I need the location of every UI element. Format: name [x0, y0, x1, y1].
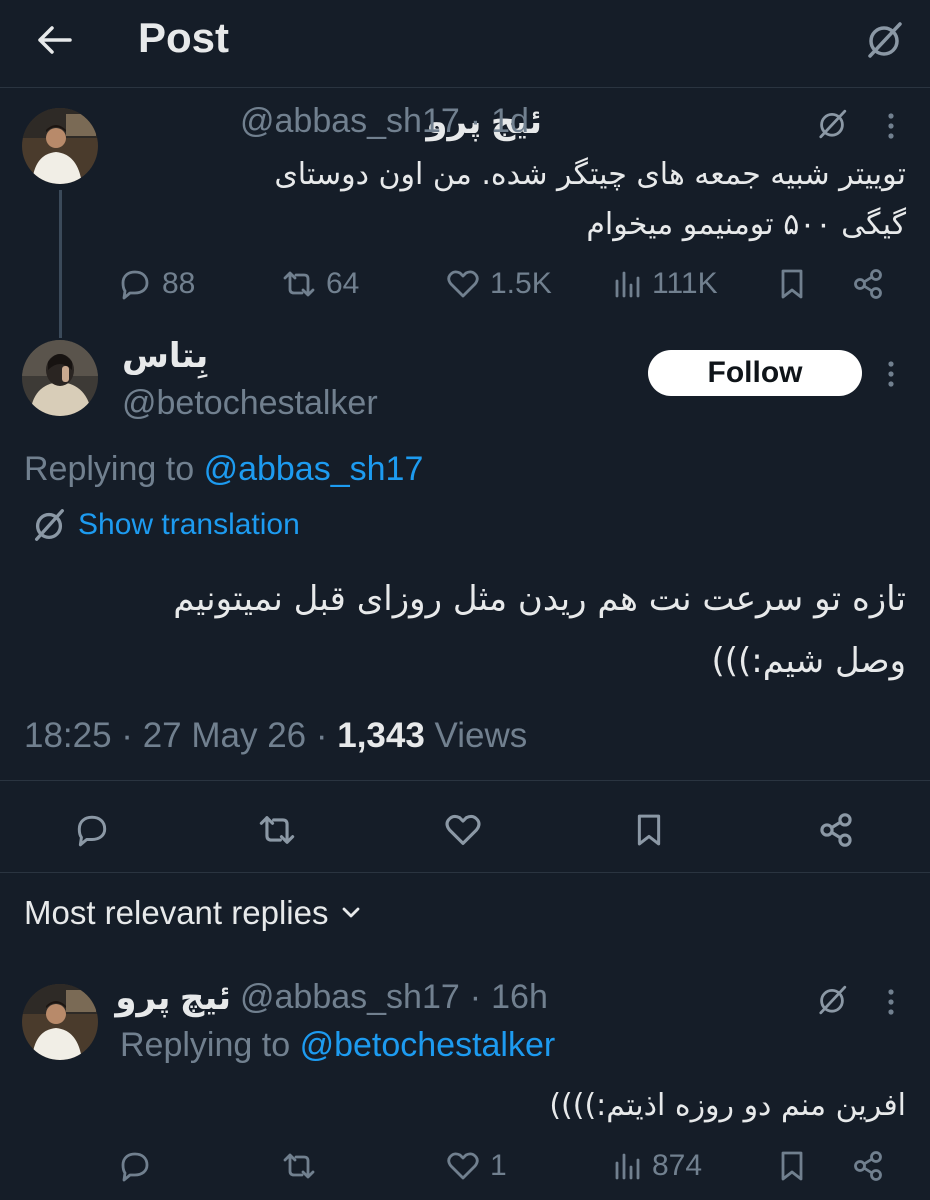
reply-icon: [121, 270, 149, 300]
action-row: [0, 808, 930, 852]
time[interactable]: 1d: [491, 102, 529, 141]
tweet-text-line: گیگی ۵۰۰ تومنیمو میخوام: [586, 207, 906, 242]
more-icon[interactable]: [876, 106, 906, 146]
handle[interactable]: @betochestalker: [122, 384, 378, 423]
follow-button[interactable]: Follow: [648, 350, 862, 396]
like-count: 1: [490, 1149, 507, 1182]
reply-icon[interactable]: [74, 808, 110, 852]
divider: [0, 872, 930, 873]
bookmark-icon[interactable]: [778, 1144, 806, 1188]
replying-to: Replying to @betochestalker: [120, 1026, 555, 1065]
handle[interactable]: @abbas_sh17: [240, 102, 460, 141]
share-icon[interactable]: [818, 808, 854, 852]
divider: [0, 780, 930, 781]
chevron-down-icon: [343, 907, 360, 918]
show-translation-label: Show translation: [78, 508, 300, 541]
avatar[interactable]: [22, 340, 98, 416]
separator: ·: [469, 978, 482, 1016]
author-handle-line: @betochestalker: [122, 384, 378, 423]
views-button[interactable]: 874: [612, 1144, 702, 1188]
tweet-text-line: وصل شیم:))): [711, 641, 906, 681]
timestamp[interactable]: 18:25 · 27 May 26 ·: [24, 716, 337, 755]
tweet-text: افرین منم دو روزه اذیتم:)))): [549, 1088, 906, 1123]
parent-meta: @abbas_sh17 · 1d: [240, 102, 529, 141]
like-icon: [447, 270, 479, 298]
bookmark-icon[interactable]: [634, 808, 664, 852]
time[interactable]: 16h: [491, 978, 548, 1017]
reply-meta: @abbas_sh17 · 16h: [240, 978, 548, 1017]
views-count: 1,343: [337, 716, 425, 755]
replies-sort-button[interactable]: Most relevant replies: [24, 894, 360, 932]
tweet-text-line: توییتر شبیه جمعه های چیتگر شده. من اون د…: [274, 157, 906, 192]
avatar[interactable]: [22, 984, 98, 1060]
tweet-text: تازه تو سرعت نت هم ریدن مثل روزای قبل نم…: [26, 568, 906, 692]
author-header: بِتاس: [122, 336, 208, 376]
repost-icon: [283, 271, 315, 297]
reply-button[interactable]: 88: [118, 262, 195, 306]
like-button[interactable]: 1.5K: [446, 262, 552, 306]
avatar[interactable]: [22, 108, 98, 184]
repost-icon[interactable]: [258, 808, 296, 852]
reply-header: ئیچ پرو: [115, 978, 231, 1018]
handle[interactable]: @abbas_sh17: [240, 978, 460, 1017]
display-name[interactable]: بِتاس: [122, 336, 208, 376]
replying-to-link[interactable]: @abbas_sh17: [204, 450, 424, 488]
back-arrow-icon[interactable]: [32, 18, 76, 62]
views-icon: [615, 271, 640, 298]
share-icon[interactable]: [852, 1144, 884, 1188]
like-icon[interactable]: [444, 808, 482, 852]
page-title: Post: [138, 14, 230, 61]
tweet-text: توییتر شبیه جمعه های چیتگر شده. من اون د…: [146, 150, 906, 250]
share-icon[interactable]: [852, 262, 884, 306]
views-count: 111K: [652, 267, 718, 300]
tweet-text-line: تازه تو سرعت نت هم ریدن مثل روزای قبل نم…: [173, 579, 906, 619]
replying-to-link[interactable]: @betochestalker: [300, 1026, 556, 1064]
bookmark-icon[interactable]: [778, 262, 806, 306]
views-count: 874: [652, 1149, 703, 1182]
top-bar: Post: [0, 0, 930, 88]
like-icon: [447, 1152, 479, 1180]
translate-icon: [34, 509, 64, 541]
more-icon[interactable]: [876, 354, 906, 394]
replying-prefix: Replying to: [24, 450, 195, 488]
action-row: 88 64 1.5K 111K: [0, 262, 930, 306]
repost-count: 64: [326, 267, 360, 300]
tweet-meta: 18:25 · 27 May 26 · 1,343 Views: [24, 716, 527, 756]
more-icon[interactable]: [876, 982, 906, 1022]
reply-count: 88: [162, 267, 196, 300]
grok-icon[interactable]: [812, 980, 852, 1020]
replying-prefix: Replying to: [120, 1026, 291, 1064]
repost-icon[interactable]: [282, 1144, 316, 1188]
reply-icon[interactable]: [118, 1144, 152, 1188]
repost-button[interactable]: 64: [282, 262, 359, 306]
like-button[interactable]: 1: [446, 1144, 507, 1188]
views-label: Views: [424, 716, 528, 755]
views-icon: [615, 1153, 640, 1180]
replies-sort-label: Most relevant replies: [24, 894, 329, 931]
replying-to: Replying to @abbas_sh17: [24, 450, 423, 489]
display-name[interactable]: ئیچ پرو: [115, 978, 231, 1018]
grok-icon[interactable]: [860, 16, 908, 64]
separator: ·: [469, 102, 482, 140]
action-row: 1 874: [0, 1144, 930, 1188]
views-button[interactable]: 111K: [612, 262, 718, 306]
like-count: 1.5K: [490, 267, 552, 300]
show-translation-button[interactable]: Show translation: [30, 506, 300, 544]
grok-icon[interactable]: [812, 104, 852, 144]
